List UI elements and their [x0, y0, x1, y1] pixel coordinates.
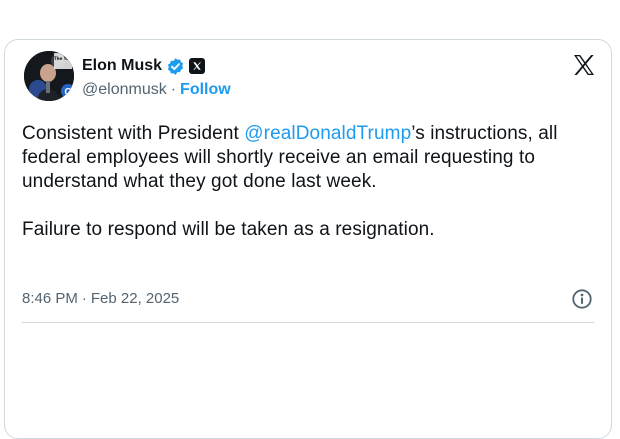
avatar-badge-text: The Yeti	[54, 56, 73, 61]
tweet-text-part-1: Consistent with President	[22, 123, 245, 144]
tweet-time: 8:46 PM	[22, 290, 78, 307]
author-name-row: Elon Musk	[82, 55, 206, 77]
author-handle[interactable]: @elonmusk	[82, 81, 167, 99]
author-display-name[interactable]: Elon Musk	[82, 57, 162, 75]
timestamp-separator: ·	[81, 290, 87, 307]
x-affiliate-icon	[189, 58, 206, 74]
follow-button[interactable]: Follow	[180, 81, 231, 99]
divider	[22, 322, 594, 323]
verified-badge-icon	[166, 57, 185, 76]
x-logo-icon[interactable]	[572, 53, 596, 77]
info-icon[interactable]	[571, 288, 593, 310]
avatar-letter: C	[64, 87, 71, 98]
tweet-date: Feb 22, 2025	[90, 290, 180, 307]
avatar-image: The Yeti C	[24, 51, 74, 101]
handle-separator: ·	[170, 81, 177, 98]
author-handle-row: @elonmusk · Follow	[82, 81, 231, 99]
avatar[interactable]: The Yeti C	[24, 51, 74, 101]
tweet-text: Consistent with President @realDonaldTru…	[22, 122, 582, 242]
tweet-paragraph-2: Failure to respond will be taken as a re…	[22, 219, 435, 240]
tweet-paragraph-1: Consistent with President @realDonaldTru…	[22, 122, 582, 194]
tweet-timestamp[interactable]: 8:46 PM · Feb 22, 2025	[22, 290, 179, 307]
tweet-card: The Yeti C Elon Musk @elonmusk · Follow	[4, 39, 612, 439]
mention-link[interactable]: @realDonaldTrump	[244, 123, 411, 144]
